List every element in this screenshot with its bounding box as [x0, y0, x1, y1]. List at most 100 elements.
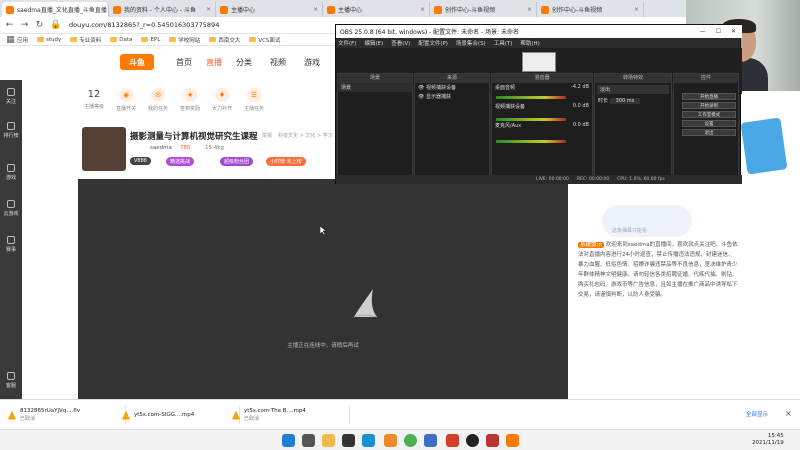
app-icon[interactable] — [486, 434, 499, 447]
rail-service[interactable]: 客服 — [0, 372, 22, 389]
menu-profile[interactable]: 配置文件(P) — [418, 39, 448, 47]
forward-icon[interactable]: → — [20, 20, 29, 30]
reload-icon[interactable]: ↻ — [35, 20, 44, 30]
avatar[interactable] — [82, 127, 126, 171]
bookmark-folder[interactable]: study — [37, 37, 61, 43]
nav-game[interactable]: 游戏 — [304, 57, 320, 68]
back-icon[interactable]: ← — [5, 20, 14, 30]
close-icon[interactable]: × — [206, 6, 211, 13]
task-boost[interactable]: ♦ 大力补开 — [206, 86, 238, 118]
vip-pill[interactable]: V888 — [130, 157, 151, 165]
room-category[interactable]: 科技文化 > 文化 > 学习 — [278, 132, 333, 139]
challenge-pill[interactable]: 精选挑战 — [166, 157, 195, 166]
rail-game[interactable]: 游戏 — [0, 164, 22, 181]
menu-view[interactable]: 查看(V) — [391, 39, 410, 47]
browser-tab[interactable]: 我的资料 - 个人中心 - 斗鱼 × — [109, 2, 216, 17]
chrome-icon[interactable] — [404, 434, 417, 447]
fans-pill[interactable]: 超级粉丝团 — [220, 157, 254, 166]
bookmark-folder[interactable]: VCS面试 — [249, 36, 280, 44]
rail-follow[interactable]: 关注 — [0, 88, 22, 105]
duration-input[interactable]: 300 ms — [609, 98, 641, 104]
browser-tab[interactable]: 主播中心 × — [323, 2, 430, 17]
menu-help[interactable]: 帮助(H) — [520, 39, 539, 47]
task-level[interactable]: 12 主播等级 — [78, 86, 110, 118]
start-icon[interactable] — [282, 434, 295, 447]
close-icon[interactable]: × — [313, 6, 318, 13]
bookmark-folder[interactable]: Data — [110, 37, 132, 43]
app-icon[interactable] — [424, 434, 437, 447]
file-explorer-icon[interactable] — [322, 434, 335, 447]
video-player[interactable]: 主播正在连线中，请稍后再试 — [78, 179, 568, 399]
volume-meter — [496, 118, 566, 121]
task-streamer[interactable]: ☰ 主播任务 — [238, 86, 270, 118]
minimize-icon[interactable]: — — [700, 28, 706, 35]
bookmark-folder[interactable]: 西南交大 — [209, 36, 240, 44]
menu-edit[interactable]: 编辑(E) — [364, 39, 383, 47]
rail-rank[interactable]: 排行榜 — [0, 122, 22, 139]
show-all-downloads[interactable]: 全部显示 — [746, 410, 768, 418]
streamer-name[interactable]: saedma — [150, 145, 172, 151]
left-sidebar: 关注 排行榜 游戏 云游戏 赛事 客服 — [0, 80, 22, 400]
close-icon[interactable]: ✕ — [731, 28, 736, 35]
task-my-tasks[interactable]: ✉ 我的任务 — [142, 86, 174, 118]
menu-scenes[interactable]: 场景集合(S) — [456, 39, 486, 47]
start-recording-button[interactable]: 开始录制 — [682, 102, 736, 109]
rail-events[interactable]: 赛事 — [0, 236, 22, 253]
browser-tab[interactable]: 创作中心-斗鱼视频 × — [430, 2, 537, 17]
cpu-status: CPU: 1.0%, 60.00 fps — [617, 177, 665, 182]
close-icon[interactable]: × — [420, 6, 425, 13]
obs-title: OBS 25.0.8 (64 bit, windows) - 配置文件: 未命名… — [340, 29, 520, 36]
menu-tools[interactable]: 工具(T) — [494, 39, 513, 47]
transition-select[interactable]: 淡出 — [597, 85, 669, 94]
nav-home[interactable]: 首页 — [176, 57, 192, 68]
close-icon[interactable]: × — [527, 6, 532, 13]
bookmark-apps[interactable]: ▦ 应用 — [6, 35, 28, 45]
app-icon[interactable] — [446, 434, 459, 447]
source-item[interactable]: 👁 显示器捕获 — [415, 92, 489, 101]
bookmark-folder[interactable]: EPL — [141, 37, 160, 43]
toggle-icon: ◉ — [119, 88, 133, 102]
download-item[interactable]: yt5s.com-The B....mp4 已取消 — [232, 406, 350, 424]
exit-button[interactable]: 退出 — [682, 129, 736, 136]
room-info: 摄影测量与计算机视觉研究生课程 举报 科技文化 > 文化 > 学习 saedma… — [80, 125, 335, 173]
source-item[interactable]: 👁 视频捕获设备 — [415, 83, 489, 92]
app-icon[interactable] — [342, 434, 355, 447]
url-field[interactable]: douyu.com/8132865?_r=0.5450163037758​94 — [69, 21, 219, 29]
bookmark-folder[interactable]: 学校网站 — [169, 36, 200, 44]
report-link[interactable]: 举报 — [262, 132, 272, 139]
close-icon[interactable]: × — [785, 409, 792, 418]
edge-icon[interactable] — [362, 434, 375, 447]
search-icon[interactable] — [302, 434, 315, 447]
menu-file[interactable]: 文件(F) — [338, 39, 356, 47]
nav-video[interactable]: 视频 — [270, 57, 286, 68]
browser-tab[interactable]: saedma直播_文化直播_斗鱼直播× — [2, 2, 109, 17]
task-signin[interactable]: ★ 签到奖励 — [174, 86, 206, 118]
rail-cloud-game[interactable]: 云游戏 — [0, 200, 22, 217]
maximize-icon[interactable]: ☐ — [716, 28, 721, 35]
sources-dock: 来源 👁 视频捕获设备 👁 显示器捕获 — [414, 73, 490, 177]
start-streaming-button[interactable]: 开始直播 — [682, 93, 736, 100]
taskbar: 15:45 2021/11/19 — [0, 429, 800, 450]
folder-icon — [209, 37, 217, 42]
browser-tab[interactable]: 创作中心-斗鱼视频 × — [537, 2, 644, 17]
obs-icon[interactable] — [466, 434, 479, 447]
close-icon[interactable]: × — [634, 6, 639, 13]
system-clock[interactable]: 15:45 2021/11/19 — [752, 433, 784, 447]
download-item[interactable]: 8132865rUaYjVq....flv 已取消 — [8, 406, 126, 424]
nav-category[interactable]: 分类 — [236, 57, 252, 68]
douyu-logo[interactable]: 斗鱼 — [120, 54, 154, 70]
settings-button[interactable]: 设置 — [682, 120, 736, 127]
browser-tab[interactable]: 主播中心 × — [216, 2, 323, 17]
lock-icon[interactable]: 🔒 — [50, 20, 61, 30]
hour-rank-pill[interactable]: 小时榜 未上榜 — [266, 157, 306, 166]
bookmark-folder[interactable]: 专业资料 — [70, 36, 101, 44]
volume-meter — [496, 140, 566, 143]
task-live-switch[interactable]: ◉ 直播开关 — [110, 86, 142, 118]
nav-live[interactable]: 直播 — [206, 57, 222, 68]
app-icon[interactable] — [506, 434, 519, 447]
download-item[interactable]: yt5s.com-SIGG....mp4 — [122, 406, 240, 424]
studio-mode-button[interactable]: 工作室模式 — [682, 111, 736, 118]
promo-badge-icon[interactable] — [740, 117, 788, 175]
scene-item[interactable]: 场景 — [338, 83, 412, 92]
app-icon[interactable] — [384, 434, 397, 447]
